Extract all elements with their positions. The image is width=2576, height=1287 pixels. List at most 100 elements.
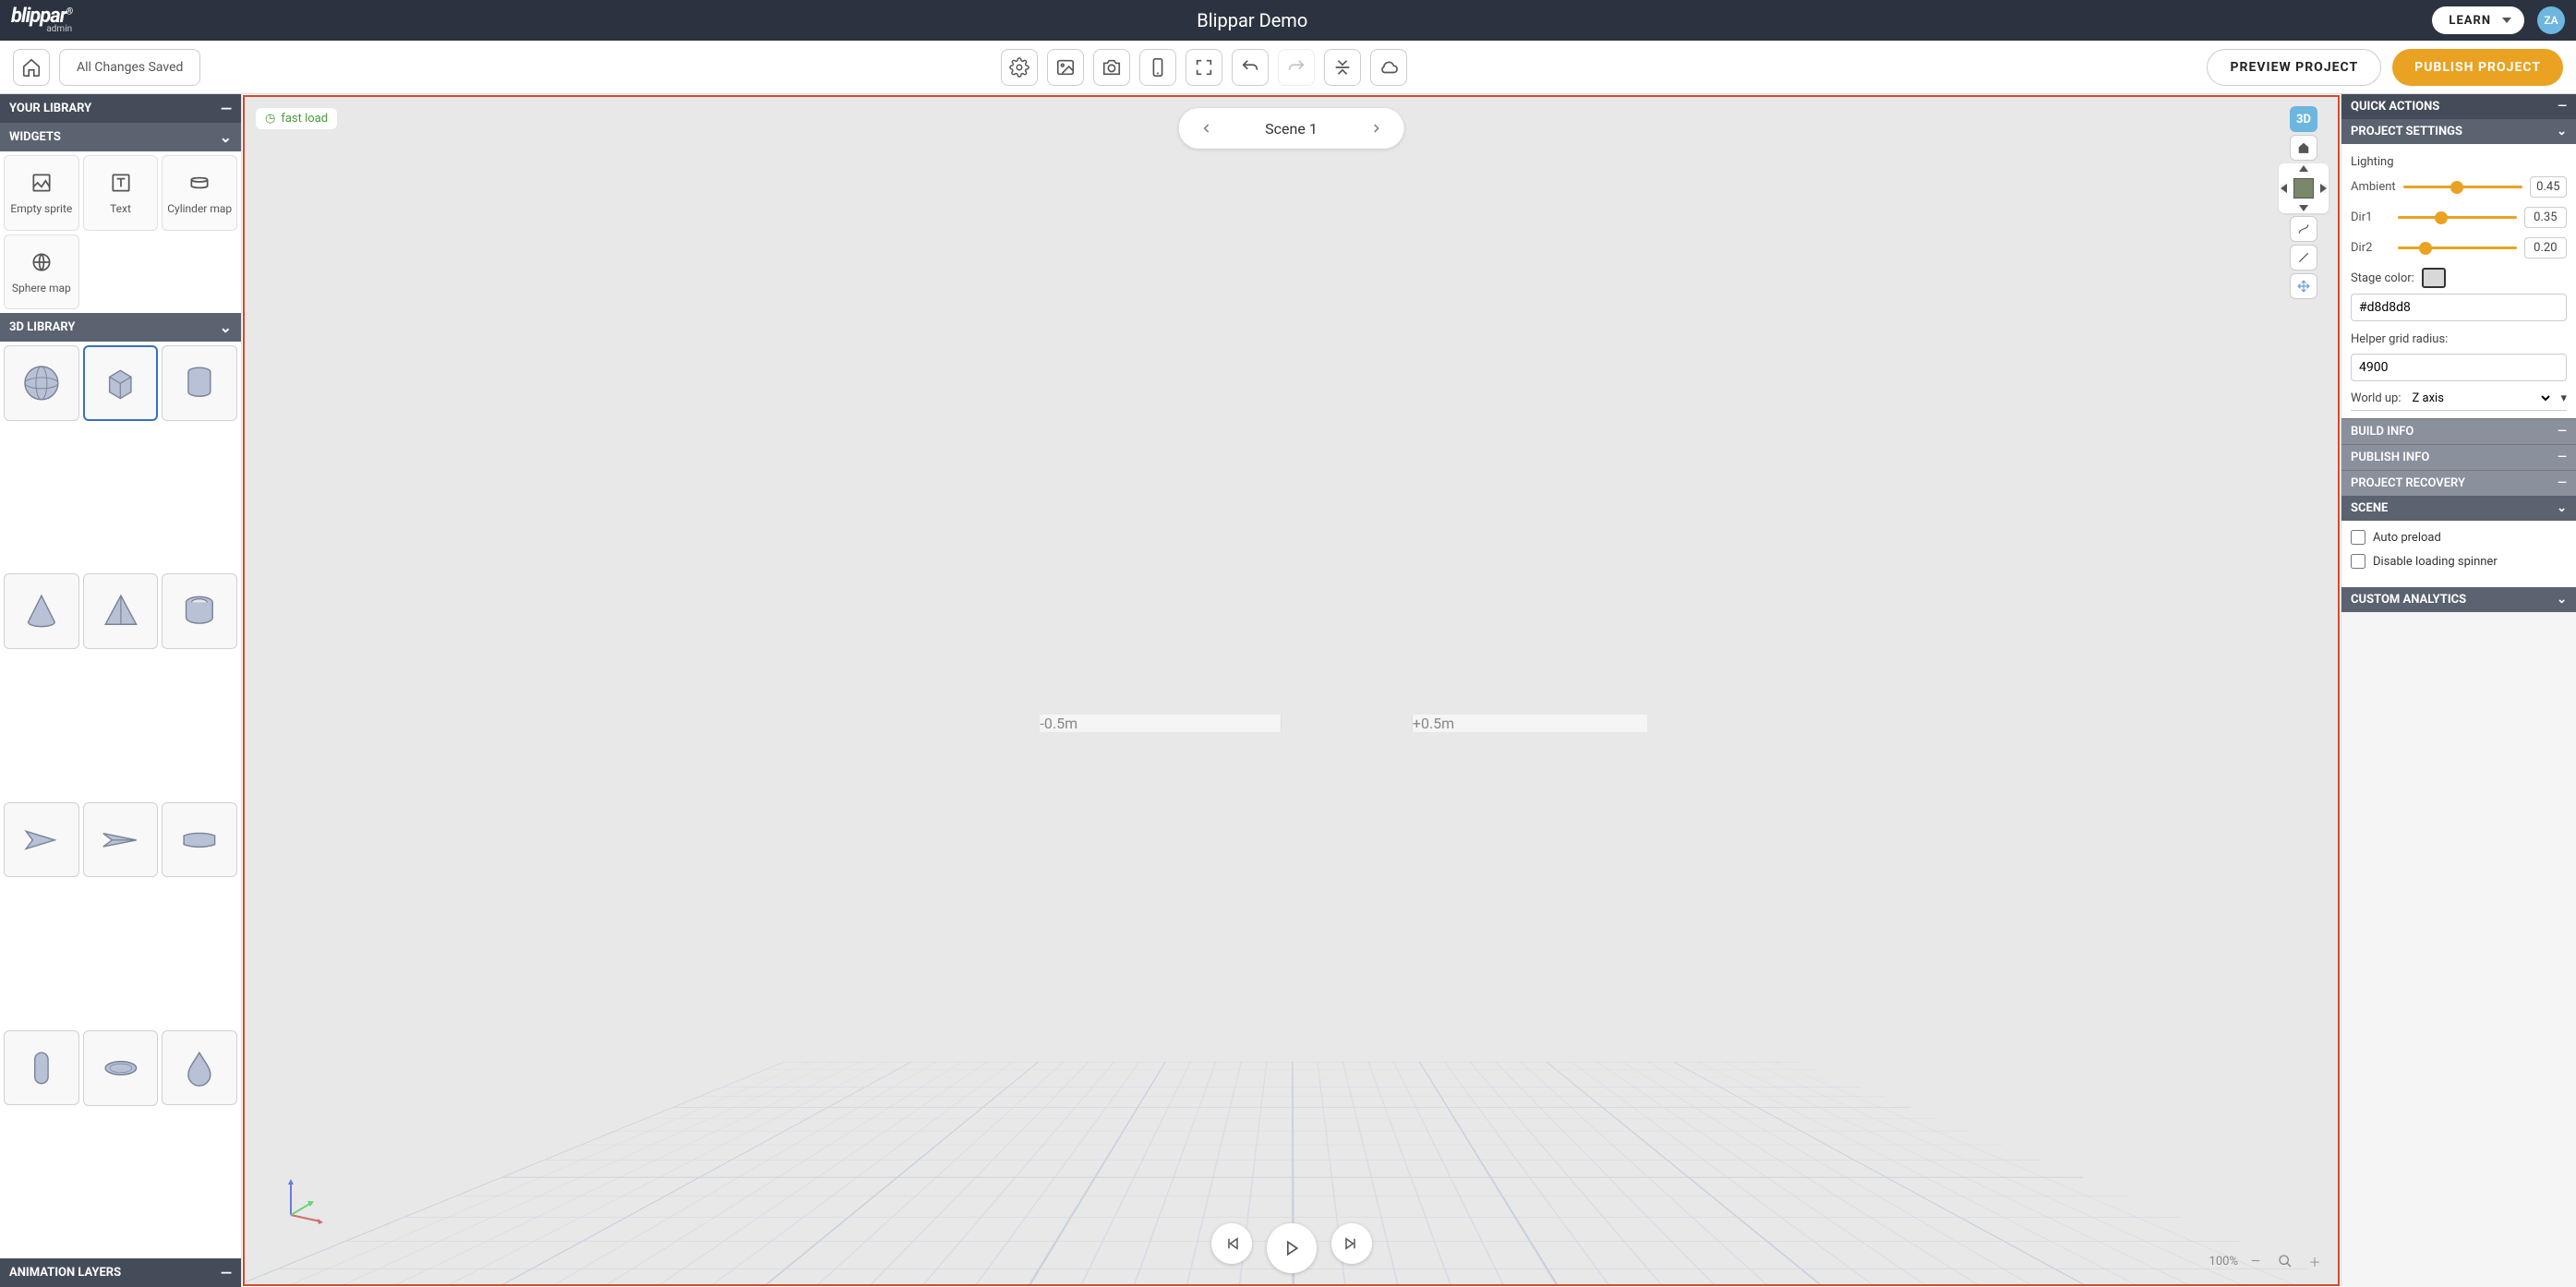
- minus-icon: —: [2558, 425, 2567, 439]
- ambient-value[interactable]: 0.45: [2530, 176, 2567, 198]
- shape-arrow[interactable]: [4, 802, 79, 878]
- axis-gizmo: [272, 1173, 328, 1229]
- fullscreen-button[interactable]: [1186, 49, 1222, 86]
- custom-analytics-header[interactable]: CUSTOM ANALYTICS⌄: [2341, 587, 2576, 612]
- save-status: All Changes Saved: [59, 49, 200, 86]
- your-library-header[interactable]: YOUR LIBRARY—: [0, 94, 241, 123]
- stage-color-swatch[interactable]: [2422, 268, 2446, 288]
- build-info-header[interactable]: BUILD INFO—: [2341, 418, 2576, 444]
- minus-icon: —: [2558, 451, 2567, 464]
- scene-next-button[interactable]: [1356, 108, 1397, 149]
- scene-nav: Scene 1: [1178, 108, 1404, 149]
- minus-icon: —: [221, 1264, 232, 1281]
- view-home-button[interactable]: [2290, 135, 2317, 161]
- avatar[interactable]: ZA: [2537, 6, 2565, 34]
- device-button[interactable]: [1139, 49, 1176, 86]
- scene-title: Scene 1: [1226, 120, 1356, 138]
- view-cube-control[interactable]: [2279, 163, 2329, 213]
- camera-button[interactable]: [1093, 49, 1130, 86]
- view-line-button[interactable]: [2290, 245, 2317, 271]
- view-cube: 3D: [2279, 106, 2329, 299]
- chevron-down-icon: ⌄: [2557, 501, 2567, 515]
- shape-pyramid[interactable]: [83, 573, 159, 649]
- shape-cone[interactable]: [4, 573, 79, 649]
- chevron-down-icon: ⌄: [220, 319, 232, 336]
- zoom-in-button[interactable]: ＋: [2303, 1249, 2327, 1273]
- 3d-library-header[interactable]: 3D LIBRARY⌄: [0, 313, 241, 342]
- view-move-button[interactable]: [2290, 273, 2317, 299]
- widget-text[interactable]: Text: [83, 155, 159, 231]
- shape-cylinder[interactable]: [162, 345, 237, 421]
- widgets-header[interactable]: WIDGETS⌄: [0, 123, 241, 151]
- zoom-icon: [2273, 1249, 2297, 1273]
- image-button[interactable]: [1047, 49, 1084, 86]
- ambient-label: Ambient: [2351, 180, 2396, 194]
- minus-icon: —: [2558, 476, 2567, 490]
- project-settings-header[interactable]: PROJECT SETTINGS⌄: [2341, 119, 2576, 144]
- dir1-label: Dir1: [2351, 210, 2390, 224]
- settings-button[interactable]: [1001, 49, 1038, 86]
- shape-ribbon[interactable]: [162, 802, 237, 878]
- dir2-slider[interactable]: [2398, 247, 2517, 249]
- shape-capsule[interactable]: [4, 1030, 79, 1106]
- home-button[interactable]: [13, 49, 50, 86]
- zoom-value: 100%: [2209, 1255, 2238, 1269]
- undo-button[interactable]: [1232, 49, 1269, 86]
- fast-load-badge: ◷ fast load: [256, 108, 337, 129]
- shape-tube[interactable]: [162, 573, 237, 649]
- toolbar: All Changes Saved: [0, 41, 2576, 94]
- play-button[interactable]: [1267, 1223, 1317, 1273]
- axis-label-left: -0.5m: [1040, 715, 1282, 732]
- auto-preload-checkbox[interactable]: [2351, 530, 2365, 545]
- animation-layers-header[interactable]: ANIMATION LAYERS—: [0, 1258, 241, 1287]
- grid-radius-input[interactable]: [2351, 354, 2567, 381]
- zoom-out-button[interactable]: —: [2244, 1249, 2268, 1273]
- minus-icon: —: [221, 100, 232, 117]
- learn-dropdown[interactable]: LEARN: [2432, 6, 2524, 34]
- transport-controls: [1211, 1223, 1372, 1273]
- disable-spinner-checkbox[interactable]: [2351, 554, 2365, 569]
- project-recovery-header[interactable]: PROJECT RECOVERY—: [2341, 470, 2576, 496]
- project-title: Blippar Demo: [72, 9, 2432, 31]
- dir1-slider[interactable]: [2398, 216, 2517, 219]
- chevron-down-icon: ⌄: [2557, 125, 2567, 138]
- shape-paper-plane[interactable]: [83, 802, 159, 878]
- rewind-button[interactable]: [1211, 1223, 1252, 1264]
- chevron-down-icon: ⌄: [2557, 593, 2567, 607]
- canvas[interactable]: ◷ fast load Scene 1 -0.5m +0.5m 3D: [243, 95, 2340, 1286]
- scene-header[interactable]: SCENE⌄: [2341, 496, 2576, 521]
- widget-cylinder-map[interactable]: Cylinder map: [162, 155, 237, 231]
- widget-empty-sprite[interactable]: Empty sprite: [4, 155, 79, 231]
- publish-button[interactable]: PUBLISH PROJECT: [2392, 49, 2563, 86]
- world-up-label: World up:: [2351, 391, 2401, 405]
- view-curve-button[interactable]: [2290, 216, 2317, 242]
- cloud-button[interactable]: [1370, 49, 1407, 86]
- dir2-label: Dir2: [2351, 241, 2390, 255]
- shape-disc[interactable]: [83, 1030, 159, 1106]
- shape-sphere[interactable]: [4, 345, 79, 421]
- publish-info-header[interactable]: PUBLISH INFO—: [2341, 444, 2576, 470]
- ambient-slider[interactable]: [2403, 186, 2522, 188]
- shape-drop[interactable]: [162, 1030, 237, 1106]
- brand-logo[interactable]: blippar® admin: [11, 6, 72, 34]
- shape-cube[interactable]: [83, 345, 159, 421]
- world-up-select[interactable]: Z axis: [2409, 391, 2554, 406]
- forward-button[interactable]: [1331, 1223, 1372, 1264]
- auto-preload-row[interactable]: Auto preload: [2351, 530, 2567, 545]
- dir1-value[interactable]: 0.35: [2524, 207, 2567, 228]
- stage-color-label: Stage color:: [2351, 271, 2414, 285]
- redo-button[interactable]: [1278, 49, 1315, 86]
- dropdown-icon: ▾: [2560, 391, 2567, 405]
- widget-sphere-map[interactable]: Sphere map: [4, 235, 79, 310]
- collapse-button[interactable]: [1324, 49, 1361, 86]
- view-3d-button[interactable]: 3D: [2290, 106, 2317, 132]
- scene-prev-button[interactable]: [1186, 108, 1226, 149]
- quick-actions-header[interactable]: QUICK ACTIONS—: [2341, 94, 2576, 119]
- 3d-library-grid: [0, 342, 241, 1258]
- preview-button[interactable]: PREVIEW PROJECT: [2207, 49, 2381, 86]
- clock-icon: ◷: [265, 112, 275, 126]
- dir2-value[interactable]: 0.20: [2524, 237, 2567, 259]
- stage-color-input[interactable]: [2351, 294, 2567, 321]
- disable-spinner-row[interactable]: Disable loading spinner: [2351, 554, 2567, 569]
- chevron-down-icon: ⌄: [220, 128, 232, 146]
